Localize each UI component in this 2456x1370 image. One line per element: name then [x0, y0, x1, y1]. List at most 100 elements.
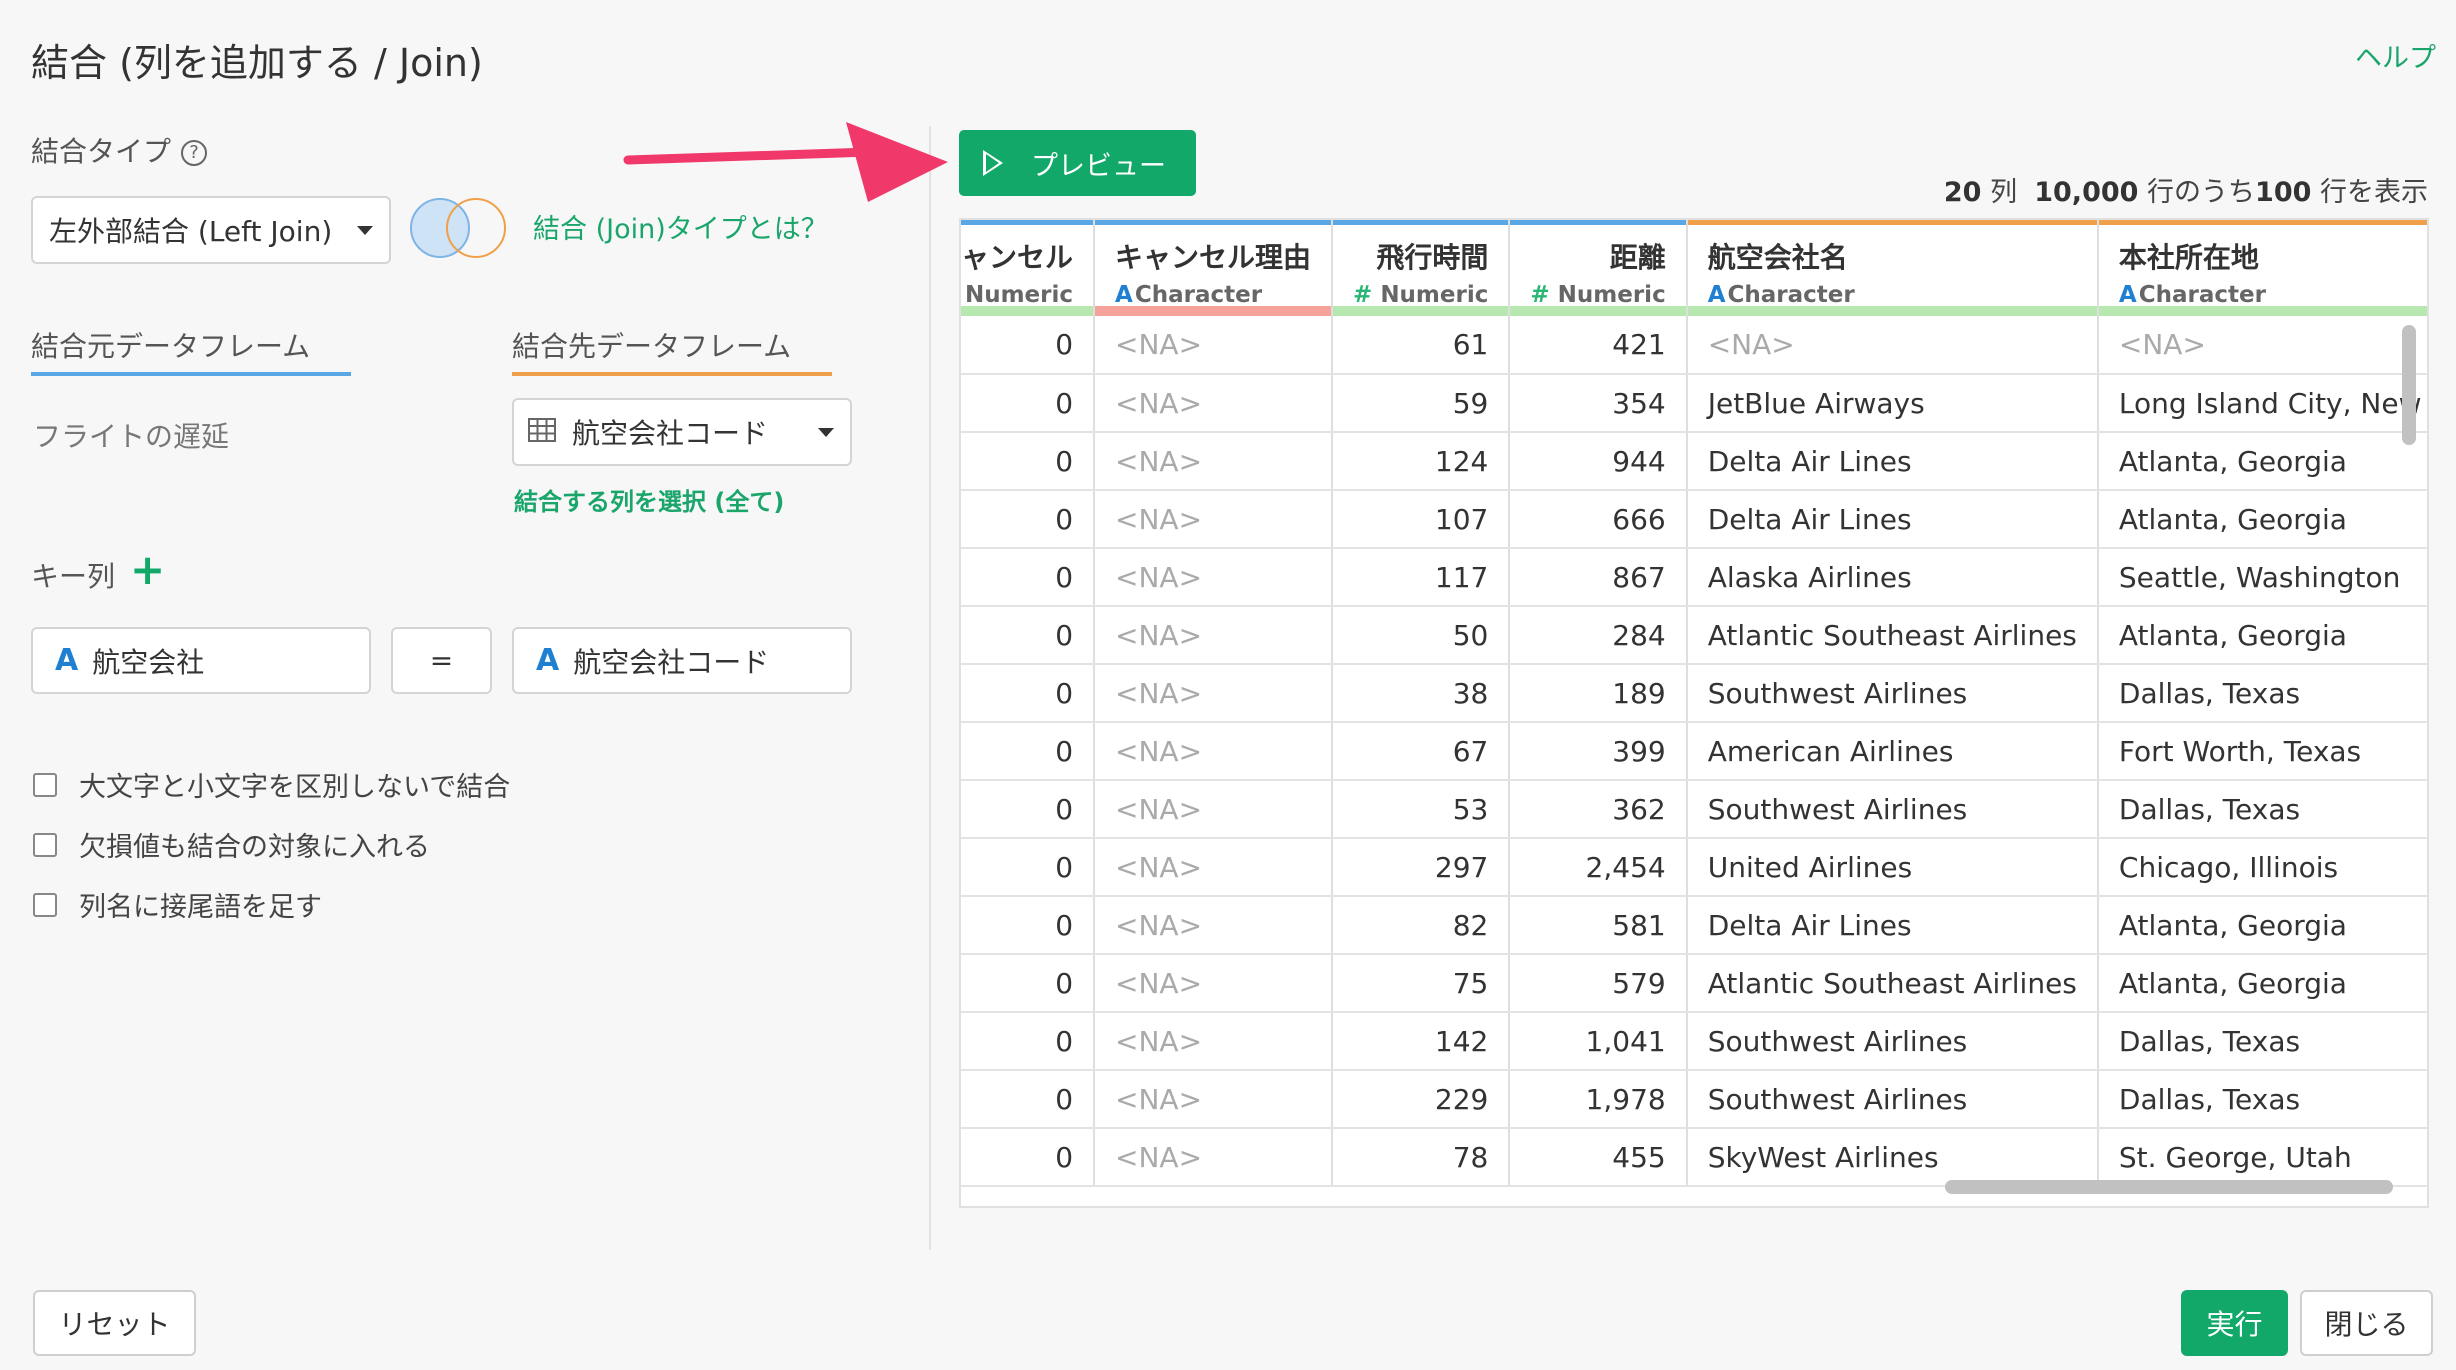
table-cell: <NA> [1094, 548, 1334, 607]
table-cell: 399 [1509, 722, 1688, 781]
help-link[interactable]: ヘルプ [2355, 36, 2436, 75]
key-operator[interactable]: = [391, 627, 492, 694]
table-cell: Delta Air Lines [1686, 432, 2099, 491]
left-key-column[interactable]: A 航空会社 [31, 627, 371, 694]
table-row: 0 <NA> 229 1,978 Southwest Airlines Dallas, T… [961, 1070, 2427, 1129]
table-cell: 0 [961, 432, 1096, 491]
table-header-row: キャンセル#Numericキャンセル理由ACharacter飛行時間#Numer… [961, 220, 2427, 316]
table-cell: <NA> [1094, 1012, 1334, 1071]
option-case-insensitive[interactable]: 大文字と小文字を区別しないで結合 [33, 765, 510, 804]
table-icon [528, 416, 556, 449]
table-cell: 362 [1509, 780, 1688, 839]
table-cell: 38 [1332, 664, 1511, 723]
table-cell: Dallas, Texas [2097, 780, 2427, 839]
table-cell: <NA> [1094, 374, 1334, 433]
table-cell: <NA> [1094, 432, 1334, 491]
table-cell: 82 [1332, 896, 1511, 955]
table-cell: Atlanta, Georgia [2097, 432, 2427, 491]
table-cell: <NA> [1686, 316, 2099, 375]
option-label: 列名に接尾語を足す [79, 892, 322, 923]
table-cell: 0 [961, 838, 1096, 897]
table-cell: 0 [961, 1070, 1096, 1129]
column-header[interactable]: 飛行時間 # Numeric [1332, 220, 1511, 316]
select-columns-link[interactable]: 結合する列を選択 (全て) [514, 482, 784, 517]
column-header[interactable]: キャンセル理由 ACharacter [1094, 220, 1334, 316]
table-row: 0 <NA> 117 867 Alaska Airlines Seattle, Washi… [961, 548, 2427, 607]
join-type-info-link[interactable]: 結合 (Join)タイプとは？ [533, 207, 828, 246]
table-row: 0 <NA> 82 581 Delta Air Lines Atlanta, Georgi… [961, 896, 2427, 955]
venn-diagram-icon [410, 194, 516, 260]
table-cell: Atlantic Southeast Airlines [1686, 954, 2099, 1013]
source-dataframe-name: フライトの遅延 [33, 420, 230, 453]
reset-button[interactable]: リセット [33, 1290, 196, 1356]
column-count: 20 [1943, 177, 1982, 208]
column-header[interactable]: 距離 # Numeric [1509, 220, 1688, 316]
column-header[interactable]: キャンセル #Numeric [961, 220, 1096, 316]
table-row: 0 <NA> 38 189 Southwest Airlines Dallas, Texa… [961, 664, 2427, 723]
table-row: 0 <NA> 124 944 Delta Air Lines Atlanta, Georg… [961, 432, 2427, 491]
character-type-icon: A [2118, 282, 2137, 308]
chevron-down-icon [357, 226, 373, 235]
add-key-icon[interactable]: + [130, 545, 165, 595]
checkbox[interactable] [33, 772, 57, 797]
option-include-missing[interactable]: 欠損値も結合の対象に入れる [33, 825, 430, 864]
join-type-select[interactable]: 左外部結合 (Left Join) [31, 196, 391, 264]
run-button[interactable]: 実行 [2181, 1290, 2288, 1356]
table-cell: Dallas, Texas [2097, 1070, 2427, 1129]
column-type: # Numeric [1530, 282, 1665, 308]
close-button[interactable]: 閉じる [2300, 1290, 2433, 1356]
table-cell: <NA> [1094, 606, 1334, 665]
table-cell: 944 [1509, 432, 1688, 491]
target-tab-underline [512, 372, 832, 376]
shown-rows: 100 [2255, 177, 2312, 208]
column-type-label: Numeric [1557, 282, 1666, 308]
preview-table-container[interactable]: キャンセル#Numericキャンセル理由ACharacter飛行時間#Numer… [959, 218, 2429, 1208]
source-tab-underline [31, 372, 351, 376]
checkbox[interactable] [33, 892, 57, 917]
table-cell: 61 [1332, 316, 1511, 375]
panel-divider [929, 126, 931, 1250]
target-dataframe-select[interactable]: 航空会社コード [512, 398, 852, 466]
column-name: 航空会社名 [1707, 241, 1848, 274]
vertical-scrollbar[interactable] [2402, 325, 2416, 445]
table-cell: 354 [1509, 374, 1688, 433]
table-cell: 0 [961, 1128, 1096, 1187]
table-cell: <NA> [1094, 838, 1334, 897]
option-label: 大文字と小文字を区別しないで結合 [79, 772, 511, 803]
right-key-column[interactable]: A 航空会社コード [512, 627, 852, 694]
help-circle-icon[interactable]: ? [181, 140, 208, 166]
numeric-type-icon: # [1353, 282, 1373, 308]
table-cell: <NA> [1094, 664, 1334, 723]
table-cell: <NA> [1094, 1128, 1334, 1187]
table-cell: American Airlines [1686, 722, 2099, 781]
join-type-selected: 左外部結合 (Left Join) [49, 215, 333, 248]
table-cell: 67 [1332, 722, 1511, 781]
left-key-value: 航空会社 [92, 645, 205, 679]
character-type-icon: A [1707, 282, 1726, 308]
horizontal-scrollbar[interactable] [1945, 1180, 2393, 1194]
target-dataframe-selected: 航空会社コード [572, 417, 769, 450]
checkbox[interactable] [33, 832, 57, 857]
preview-table: キャンセル#Numericキャンセル理由ACharacter飛行時間#Numer… [961, 220, 2427, 1187]
rows-mid-text: 行のうち [2147, 177, 2256, 208]
column-type-label: Character [1727, 282, 1855, 308]
column-type: ACharacter [2118, 282, 2427, 308]
table-cell: 50 [1332, 606, 1511, 665]
table-cell: <NA> [1094, 722, 1334, 781]
right-key-value: 航空会社コード [573, 645, 770, 679]
column-quality-bar [961, 306, 1093, 316]
option-add-suffix[interactable]: 列名に接尾語を足す [33, 885, 322, 924]
table-row: 0 <NA> 142 1,041 Southwest Airlines Dallas, T… [961, 1012, 2427, 1071]
option-label: 欠損値も結合の対象に入れる [79, 832, 430, 863]
join-type-label-row: 結合タイプ? [31, 130, 208, 170]
column-header[interactable]: 航空会社名 ACharacter [1686, 220, 2099, 316]
source-tab[interactable]: 結合元データフレーム [31, 325, 310, 365]
preview-button[interactable]: プレビュー [959, 130, 1196, 196]
target-tab[interactable]: 結合先データフレーム [512, 325, 791, 365]
table-row: 0 <NA> 78 455 SkyWest Airlines St. George, Ut… [961, 1128, 2427, 1187]
table-cell: 124 [1332, 432, 1511, 491]
table-cell: 579 [1509, 954, 1688, 1013]
table-row: 0 <NA> 59 354 JetBlue Airways Long Island Cit… [961, 374, 2427, 433]
table-cell: Atlanta, Georgia [2097, 896, 2427, 955]
column-header[interactable]: 本社所在地 ACharacter [2097, 220, 2427, 316]
